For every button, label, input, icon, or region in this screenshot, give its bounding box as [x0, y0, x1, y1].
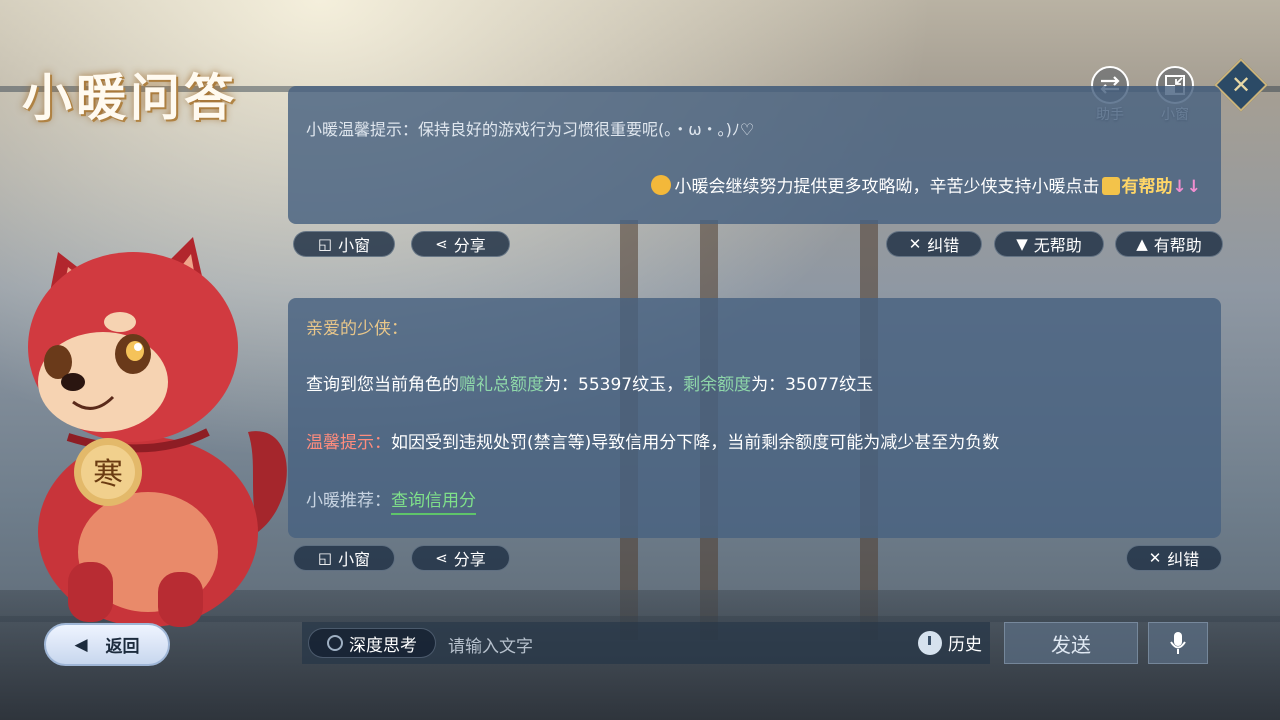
share-label: 分享: [453, 236, 486, 255]
history-button[interactable]: 历史: [918, 630, 982, 655]
thumbs-down-icon: ▼: [1016, 235, 1028, 253]
send-button[interactable]: 发送: [1004, 622, 1138, 664]
not-helpful-label: 无帮助: [1033, 236, 1082, 255]
quota-query-line: 查询到您当前角色的赠礼总额度为：55397纹玉，剩余额度为：35077纹玉: [306, 370, 873, 395]
kiss-emoji-icon: [650, 175, 671, 195]
correct-button-1[interactable]: ✕ 纠错: [886, 231, 982, 257]
correct-button-2[interactable]: ✕ 纠错: [1126, 545, 1222, 571]
page-title: 小暖问答: [22, 68, 238, 127]
warning-text: 如因受到违规处罚(禁言等)导致信用分下降，当前剩余额度可能为减少甚至为负数: [391, 433, 1000, 453]
back-button[interactable]: ◀ 返回: [44, 623, 170, 666]
radio-circle-icon: [327, 635, 343, 651]
down-arrows-icon: ↓↓: [1172, 177, 1202, 197]
close-icon: ✕: [1230, 71, 1252, 99]
clock-icon: [918, 630, 942, 655]
chat-input[interactable]: 请输入文字: [448, 632, 533, 657]
mini-window-pill-2[interactable]: ◱ 小窗: [293, 545, 395, 571]
mascot-dog-image: 寒: [28, 237, 287, 627]
correct-label: 纠错: [927, 236, 960, 255]
back-label: 返回: [105, 637, 140, 657]
share-icon: ⋖: [435, 235, 448, 253]
share-button-2[interactable]: ⋖ 分享: [411, 545, 510, 571]
remaining-label: 剩余额度: [683, 375, 752, 395]
greeting: 亲爱的少侠：: [306, 319, 408, 339]
send-label: 发送: [1051, 632, 1091, 657]
answer-panel-previous: 小暖温馨提示：保持良好的游戏行为习惯很重要呢(｡・ω・｡)ﾉ♡ 小暖会继续努力提…: [288, 86, 1221, 224]
gift-total-label: 赠礼总额度: [459, 375, 544, 395]
helpful-button[interactable]: ▲ 有帮助: [1115, 231, 1223, 257]
mini-window-pill-label: 小窗: [338, 550, 371, 569]
not-helpful-button[interactable]: ▼ 无帮助: [994, 231, 1104, 257]
deep-think-toggle[interactable]: 深度思考: [308, 628, 436, 658]
mini-window-icon: ◱: [317, 549, 333, 567]
thumbs-up-icon: ▲: [1136, 235, 1148, 253]
recommend-label: 小暖推荐：: [306, 491, 391, 511]
remaining-value: 35077纹玉: [785, 375, 874, 395]
mascot-tag-text: 寒: [93, 457, 123, 492]
chat-input-bar: 深度思考 请输入文字 历史: [302, 622, 990, 664]
back-arrow-icon: ◀: [74, 634, 88, 655]
thanks-text: 小暖会继续努力提供更多攻略呦，辛苦少侠支持小暖点击 有帮助↓↓: [650, 172, 1202, 197]
history-label: 历史: [948, 635, 982, 655]
cross-icon: ✕: [1148, 549, 1162, 567]
helpful-label: 有帮助: [1153, 236, 1202, 255]
remaining-sep: 为：: [751, 375, 786, 395]
warning-label: 温馨提示：: [306, 433, 391, 453]
correct-label: 纠错: [1167, 550, 1200, 569]
mini-window-pill-label: 小窗: [338, 236, 371, 255]
share-label: 分享: [453, 550, 486, 569]
gift-total-value: 55397纹玉，: [578, 375, 684, 395]
recommend-line: 小暖推荐：查询信用分: [306, 486, 476, 515]
thumbs-up-emoji-icon: [1101, 177, 1120, 195]
query-pre: 查询到您当前角色的: [306, 375, 459, 395]
microphone-button[interactable]: [1148, 622, 1208, 664]
credit-score-link[interactable]: 查询信用分: [391, 491, 476, 515]
thanks-helpful: 有帮助: [1121, 177, 1173, 197]
deep-think-label: 深度思考: [349, 635, 417, 656]
warning-line: 温馨提示：如因受到违规处罚(禁言等)导致信用分下降，当前剩余额度可能为减少甚至为…: [306, 428, 999, 453]
mini-window-icon: ◱: [317, 235, 333, 253]
gift-total-sep: 为：: [544, 375, 578, 395]
tip-text: 小暖温馨提示：保持良好的游戏行为习惯很重要呢(｡・ω・｡)ﾉ♡: [306, 120, 755, 139]
share-icon: ⋖: [435, 549, 448, 567]
mini-window-pill-1[interactable]: ◱ 小窗: [293, 231, 395, 257]
cross-icon: ✕: [908, 235, 922, 253]
thanks-pre: 小暖会继续努力提供更多攻略呦，辛苦少侠支持小暖点击: [674, 177, 1100, 197]
microphone-icon: [1170, 632, 1186, 654]
answer-panel-current: 亲爱的少侠： 查询到您当前角色的赠礼总额度为：55397纹玉，剩余额度为：350…: [288, 298, 1221, 538]
share-button-1[interactable]: ⋖ 分享: [411, 231, 510, 257]
